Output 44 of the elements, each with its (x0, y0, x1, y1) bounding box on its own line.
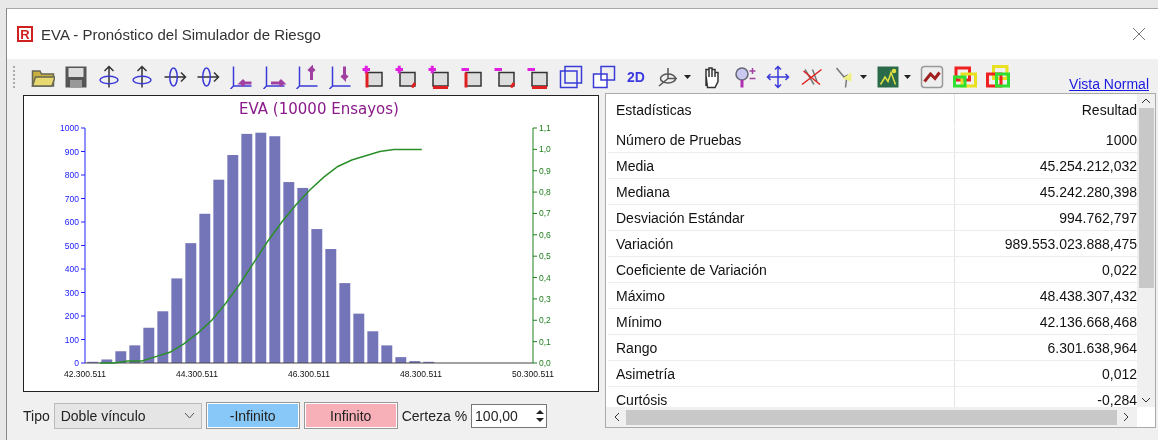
table-cell-text: Media (615, 156, 656, 176)
table-cell-text: Mediana (615, 182, 671, 202)
table-cell-text: Variación (615, 234, 675, 254)
table-cell-text: Desviación Estándar (615, 208, 746, 228)
x-tick-label: 42.300.511 (64, 369, 106, 379)
y-tick-label: 100 (64, 334, 79, 345)
app-logo: R (17, 26, 33, 42)
y2-tick-label: 0,6 (539, 229, 551, 240)
y-tick-label: 600 (64, 217, 79, 227)
certainty-label: Certeza % (401, 407, 468, 424)
table-cell-text: Curtósis (615, 390, 669, 407)
table-cell-text: Mínimo (615, 312, 663, 332)
y-tick-label: 800 (64, 170, 79, 180)
y-tick-label: 900 (64, 146, 79, 157)
y2-tick-label: 0,9 (539, 165, 551, 176)
y-tick-label: 500 (64, 240, 79, 251)
x-tick-label: 46.300.511 (288, 369, 330, 379)
table-cell-text: Coeficiente de Variación (615, 260, 768, 280)
y-tick-label: 1000 (60, 123, 79, 133)
x-tick-label: 44.300.511 (176, 369, 218, 379)
y2-tick-label: 0,5 (539, 251, 551, 262)
y-tick-label: 700 (64, 193, 79, 204)
y-tick-label: 0 (74, 358, 79, 368)
y2-tick-label: 0,7 (539, 208, 551, 219)
x-tick-label: 48.300.511 (400, 369, 442, 379)
y2-tick-label: 0,8 (539, 187, 551, 198)
table-cell-text: Máximo (615, 286, 666, 306)
type-label: Tipo (23, 407, 50, 424)
y-tick-label: 300 (64, 287, 79, 298)
y2-tick-label: 0,1 (539, 336, 551, 347)
y-tick-label: 400 (64, 264, 79, 274)
window-title: EVA - Pronóstico del Simulador de Riesgo (41, 25, 322, 43)
y2-tick-label: 0,4 (539, 272, 551, 283)
table-cell-text: Rango (615, 338, 659, 358)
y2-tick-label: 1,0 (539, 144, 551, 155)
y2-tick-label: 0,2 (539, 315, 551, 326)
x-tick-label: 50.300.511 (512, 369, 554, 379)
y-tick-label: 200 (64, 311, 79, 321)
y2-tick-label: 0,3 (539, 293, 551, 304)
table-cell-text: Asimetría (615, 364, 677, 384)
y2-tick-label: 1,1 (539, 123, 551, 133)
y2-tick-label: 0,0 (539, 358, 551, 368)
chart-title: EVA (10000 Ensayos) (239, 100, 399, 118)
table-cell-text: Número de Pruebas (615, 130, 743, 150)
